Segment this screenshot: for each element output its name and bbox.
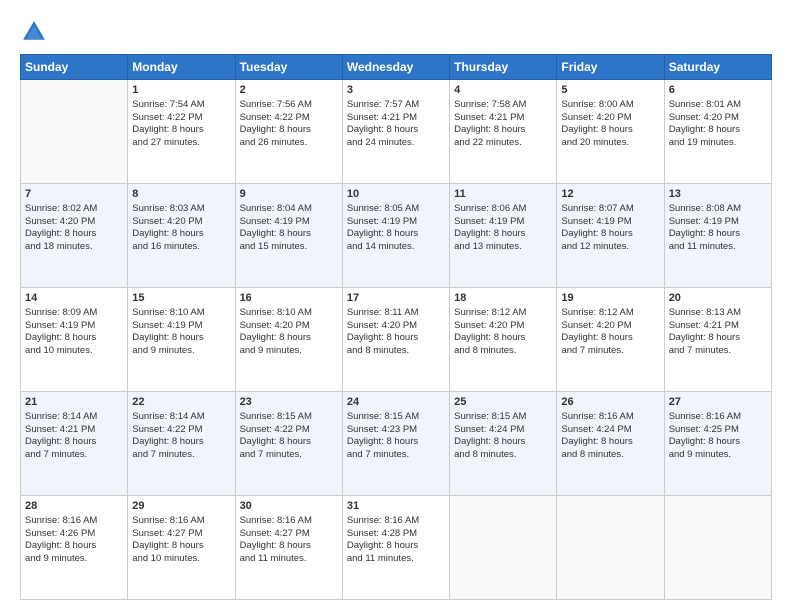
calendar-cell: 16Sunrise: 8:10 AMSunset: 4:20 PMDayligh… <box>235 288 342 392</box>
day-number: 1 <box>132 83 230 98</box>
week-row-5: 28Sunrise: 8:16 AMSunset: 4:26 PMDayligh… <box>21 496 772 600</box>
day-number: 25 <box>454 395 552 410</box>
day-number: 19 <box>561 291 659 306</box>
calendar-cell: 30Sunrise: 8:16 AMSunset: 4:27 PMDayligh… <box>235 496 342 600</box>
day-number: 6 <box>669 83 767 98</box>
calendar-cell: 6Sunrise: 8:01 AMSunset: 4:20 PMDaylight… <box>664 80 771 184</box>
calendar-cell: 13Sunrise: 8:08 AMSunset: 4:19 PMDayligh… <box>664 184 771 288</box>
day-number: 7 <box>25 187 123 202</box>
calendar-cell: 5Sunrise: 8:00 AMSunset: 4:20 PMDaylight… <box>557 80 664 184</box>
weekday-header-tuesday: Tuesday <box>235 55 342 80</box>
weekday-header-friday: Friday <box>557 55 664 80</box>
calendar-cell: 9Sunrise: 8:04 AMSunset: 4:19 PMDaylight… <box>235 184 342 288</box>
header <box>20 18 772 46</box>
day-number: 5 <box>561 83 659 98</box>
week-row-2: 7Sunrise: 8:02 AMSunset: 4:20 PMDaylight… <box>21 184 772 288</box>
day-number: 13 <box>669 187 767 202</box>
day-number: 31 <box>347 499 445 514</box>
weekday-header-row: SundayMondayTuesdayWednesdayThursdayFrid… <box>21 55 772 80</box>
calendar-cell: 27Sunrise: 8:16 AMSunset: 4:25 PMDayligh… <box>664 392 771 496</box>
calendar-cell <box>21 80 128 184</box>
calendar-cell: 11Sunrise: 8:06 AMSunset: 4:19 PMDayligh… <box>450 184 557 288</box>
day-number: 18 <box>454 291 552 306</box>
day-number: 28 <box>25 499 123 514</box>
calendar-cell <box>450 496 557 600</box>
calendar-cell: 26Sunrise: 8:16 AMSunset: 4:24 PMDayligh… <box>557 392 664 496</box>
calendar-cell: 8Sunrise: 8:03 AMSunset: 4:20 PMDaylight… <box>128 184 235 288</box>
logo <box>20 18 52 46</box>
day-number: 24 <box>347 395 445 410</box>
day-number: 10 <box>347 187 445 202</box>
calendar-cell: 19Sunrise: 8:12 AMSunset: 4:20 PMDayligh… <box>557 288 664 392</box>
week-row-3: 14Sunrise: 8:09 AMSunset: 4:19 PMDayligh… <box>21 288 772 392</box>
calendar-table: SundayMondayTuesdayWednesdayThursdayFrid… <box>20 54 772 600</box>
day-number: 17 <box>347 291 445 306</box>
day-number: 16 <box>240 291 338 306</box>
day-number: 22 <box>132 395 230 410</box>
calendar-cell: 18Sunrise: 8:12 AMSunset: 4:20 PMDayligh… <box>450 288 557 392</box>
day-number: 11 <box>454 187 552 202</box>
calendar-cell: 7Sunrise: 8:02 AMSunset: 4:20 PMDaylight… <box>21 184 128 288</box>
calendar-cell: 12Sunrise: 8:07 AMSunset: 4:19 PMDayligh… <box>557 184 664 288</box>
weekday-header-saturday: Saturday <box>664 55 771 80</box>
day-number: 12 <box>561 187 659 202</box>
day-number: 15 <box>132 291 230 306</box>
day-number: 4 <box>454 83 552 98</box>
calendar-cell <box>664 496 771 600</box>
day-number: 23 <box>240 395 338 410</box>
weekday-header-monday: Monday <box>128 55 235 80</box>
day-number: 27 <box>669 395 767 410</box>
calendar-cell: 23Sunrise: 8:15 AMSunset: 4:22 PMDayligh… <box>235 392 342 496</box>
calendar-cell: 20Sunrise: 8:13 AMSunset: 4:21 PMDayligh… <box>664 288 771 392</box>
day-number: 30 <box>240 499 338 514</box>
calendar-cell: 15Sunrise: 8:10 AMSunset: 4:19 PMDayligh… <box>128 288 235 392</box>
calendar-cell: 29Sunrise: 8:16 AMSunset: 4:27 PMDayligh… <box>128 496 235 600</box>
day-number: 29 <box>132 499 230 514</box>
day-number: 8 <box>132 187 230 202</box>
day-number: 26 <box>561 395 659 410</box>
day-number: 9 <box>240 187 338 202</box>
day-number: 14 <box>25 291 123 306</box>
page: SundayMondayTuesdayWednesdayThursdayFrid… <box>0 0 792 612</box>
day-number: 2 <box>240 83 338 98</box>
calendar-cell: 28Sunrise: 8:16 AMSunset: 4:26 PMDayligh… <box>21 496 128 600</box>
calendar-cell: 31Sunrise: 8:16 AMSunset: 4:28 PMDayligh… <box>342 496 449 600</box>
calendar-cell: 17Sunrise: 8:11 AMSunset: 4:20 PMDayligh… <box>342 288 449 392</box>
day-number: 3 <box>347 83 445 98</box>
weekday-header-sunday: Sunday <box>21 55 128 80</box>
weekday-header-wednesday: Wednesday <box>342 55 449 80</box>
calendar-cell: 4Sunrise: 7:58 AMSunset: 4:21 PMDaylight… <box>450 80 557 184</box>
calendar-cell: 24Sunrise: 8:15 AMSunset: 4:23 PMDayligh… <box>342 392 449 496</box>
calendar-cell: 21Sunrise: 8:14 AMSunset: 4:21 PMDayligh… <box>21 392 128 496</box>
calendar-cell: 22Sunrise: 8:14 AMSunset: 4:22 PMDayligh… <box>128 392 235 496</box>
calendar-cell: 3Sunrise: 7:57 AMSunset: 4:21 PMDaylight… <box>342 80 449 184</box>
calendar-cell <box>557 496 664 600</box>
day-number: 21 <box>25 395 123 410</box>
logo-icon <box>20 18 48 46</box>
weekday-header-thursday: Thursday <box>450 55 557 80</box>
calendar-cell: 14Sunrise: 8:09 AMSunset: 4:19 PMDayligh… <box>21 288 128 392</box>
week-row-4: 21Sunrise: 8:14 AMSunset: 4:21 PMDayligh… <box>21 392 772 496</box>
day-number: 20 <box>669 291 767 306</box>
calendar-cell: 10Sunrise: 8:05 AMSunset: 4:19 PMDayligh… <box>342 184 449 288</box>
week-row-1: 1Sunrise: 7:54 AMSunset: 4:22 PMDaylight… <box>21 80 772 184</box>
calendar-cell: 25Sunrise: 8:15 AMSunset: 4:24 PMDayligh… <box>450 392 557 496</box>
calendar-cell: 2Sunrise: 7:56 AMSunset: 4:22 PMDaylight… <box>235 80 342 184</box>
calendar-cell: 1Sunrise: 7:54 AMSunset: 4:22 PMDaylight… <box>128 80 235 184</box>
